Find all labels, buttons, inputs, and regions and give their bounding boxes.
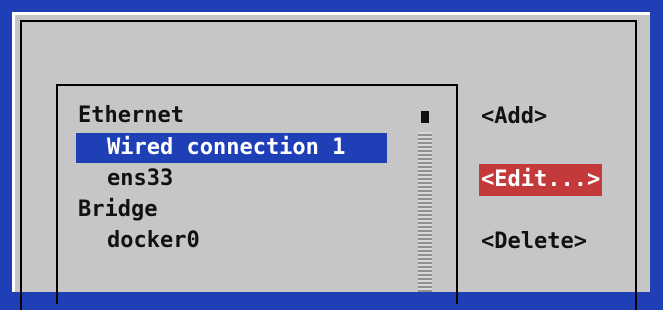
list-item-ens33[interactable]: ens33 [107,164,173,194]
list-group-ethernet: Ethernet [78,103,184,128]
delete-button[interactable]: <Delete> [481,226,587,258]
scrollbar-thumb[interactable] [421,111,429,123]
list-item-docker0[interactable]: docker0 [107,226,200,256]
add-button[interactable]: <Add> [481,101,547,133]
edit-button[interactable]: <Edit...> [479,164,603,196]
list-group-bridge: Bridge [78,197,158,222]
list-item-wired-connection-1[interactable]: Wired connection 1 [76,133,387,163]
scrollbar-track[interactable] [418,132,432,292]
